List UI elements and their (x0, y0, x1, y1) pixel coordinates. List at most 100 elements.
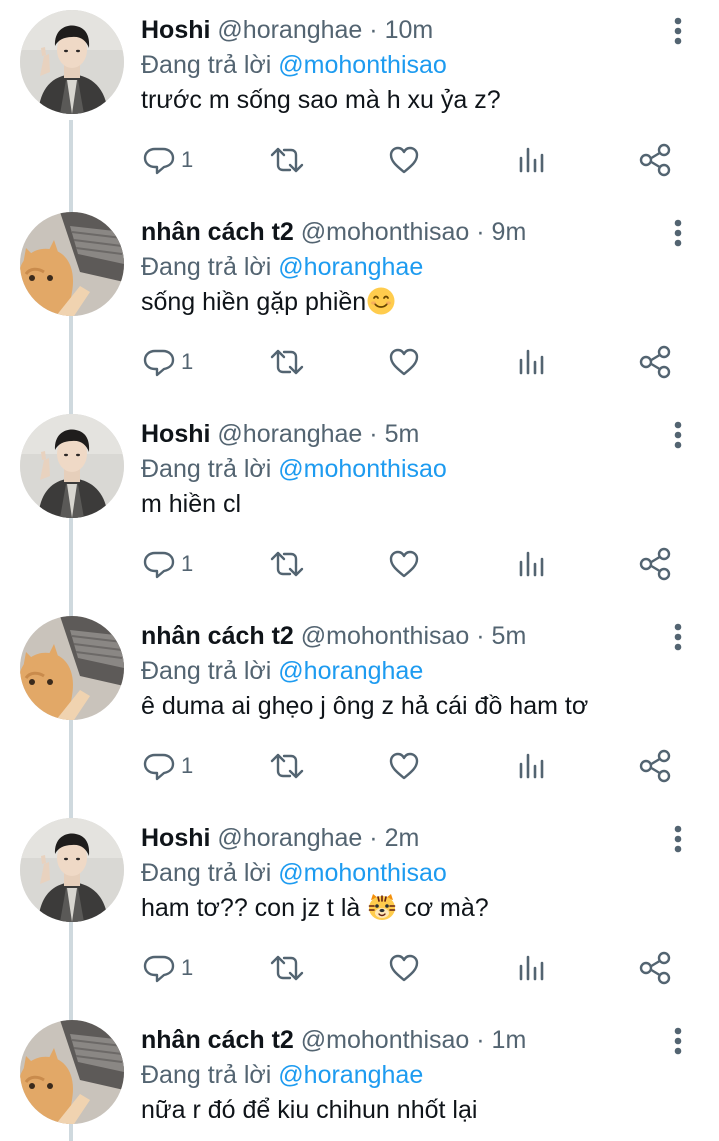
share-button[interactable] (638, 342, 672, 382)
tweet-text: ê duma ai ghẹo j ông z hả cái đồ ham tơ (141, 692, 589, 720)
display-name[interactable]: nhân cách t2 (141, 622, 294, 650)
tweet-3[interactable]: Hoshi @horanghae · 5m Đang trả lời @moho… (0, 404, 719, 606)
replying-to-mention[interactable]: @horanghae (278, 253, 423, 281)
like-button[interactable] (388, 948, 420, 988)
more-options-button[interactable] (666, 1024, 690, 1058)
more-options-button[interactable] (666, 620, 690, 654)
share-button[interactable] (638, 140, 672, 180)
smiling-face-emoji (366, 286, 396, 325)
display-name[interactable]: nhân cách t2 (141, 1026, 294, 1054)
like-icon (389, 348, 419, 376)
tweet-text-line: sống hiền gặp phiền (141, 285, 396, 325)
views-button[interactable] (517, 342, 545, 382)
retweet-button[interactable] (269, 746, 305, 786)
share-button[interactable] (638, 948, 672, 988)
display-name[interactable]: Hoshi (141, 16, 210, 44)
tweet-actions: 1 (141, 544, 681, 584)
tweet-actions: 1 (141, 746, 681, 786)
timestamp[interactable]: 5m (385, 420, 420, 448)
retweet-button[interactable] (269, 544, 305, 584)
retweet-button[interactable] (269, 948, 305, 988)
display-name[interactable]: nhân cách t2 (141, 218, 294, 246)
display-name[interactable]: Hoshi (141, 420, 210, 448)
separator-dot: · (369, 420, 378, 448)
reply-button[interactable]: 1 (143, 342, 193, 382)
like-button[interactable] (388, 342, 420, 382)
reply-count: 1 (181, 551, 194, 576)
like-button[interactable] (388, 140, 420, 180)
reply-button[interactable]: 1 (143, 746, 193, 786)
reply-icon (143, 753, 175, 781)
user-handle[interactable]: @mohonthisao (301, 218, 470, 246)
more-options-button[interactable] (666, 216, 690, 250)
tweet-2[interactable]: nhân cách t2 @mohonthisao · 9m Đang trả … (0, 202, 719, 404)
separator-dot: · (476, 218, 485, 246)
views-button[interactable] (517, 746, 545, 786)
replying-to-mention[interactable]: @mohonthisao (278, 51, 447, 79)
reply-button[interactable]: 1 (143, 544, 193, 584)
tweet-1[interactable]: Hoshi @horanghae · 10m Đang trả lời @moh… (0, 0, 719, 202)
tweet-4[interactable]: nhân cách t2 @mohonthisao · 5m Đang trả … (0, 606, 719, 808)
replying-to-line: Đang trả lời @mohonthisao (141, 49, 447, 81)
timestamp[interactable]: 1m (492, 1026, 527, 1054)
retweet-icon (270, 955, 304, 981)
like-button[interactable] (388, 544, 420, 584)
timestamp[interactable]: 10m (385, 16, 434, 44)
like-icon (389, 146, 419, 174)
more-options-button[interactable] (666, 14, 690, 48)
timestamp[interactable]: 5m (492, 622, 527, 650)
tweet-header: nhân cách t2 @mohonthisao · 9m (141, 216, 526, 248)
cat-photo-image (20, 1020, 124, 1124)
avatar-nhan-cach-t2[interactable] (20, 1020, 124, 1124)
more-icon (674, 421, 682, 449)
user-handle[interactable]: @mohonthisao (301, 622, 470, 650)
avatar-hoshi[interactable] (20, 10, 124, 114)
views-button[interactable] (517, 140, 545, 180)
tweet-header: Hoshi @horanghae · 10m (141, 14, 433, 46)
like-icon (389, 954, 419, 982)
user-handle[interactable]: @horanghae (217, 420, 362, 448)
tweet-header: nhân cách t2 @mohonthisao · 1m (141, 1024, 526, 1056)
user-handle[interactable]: @mohonthisao (301, 1026, 470, 1054)
replying-to-mention[interactable]: @mohonthisao (278, 859, 447, 887)
retweet-button[interactable] (269, 342, 305, 382)
views-button[interactable] (517, 948, 545, 988)
tweet-text: sống hiền gặp phiền (141, 288, 367, 316)
separator-dot: · (476, 1026, 485, 1054)
tweet-actions: 1 (141, 140, 681, 180)
tweet-5[interactable]: Hoshi @horanghae · 2m Đang trả lời @moho… (0, 808, 719, 1010)
views-button[interactable] (517, 544, 545, 584)
more-options-button[interactable] (666, 418, 690, 452)
views-icon (519, 753, 544, 779)
share-button[interactable] (638, 746, 672, 786)
avatar-nhan-cach-t2[interactable] (20, 212, 124, 316)
user-handle[interactable]: @horanghae (217, 824, 362, 852)
avatar-hoshi[interactable] (20, 818, 124, 922)
reply-button[interactable]: 1 (143, 140, 193, 180)
display-name[interactable]: Hoshi (141, 824, 210, 852)
retweet-button[interactable] (269, 140, 305, 180)
hoshi-photo-image (20, 414, 124, 518)
reply-button[interactable]: 1 (143, 948, 193, 988)
retweet-icon (270, 551, 304, 577)
like-button[interactable] (388, 746, 420, 786)
more-options-button[interactable] (666, 822, 690, 856)
timestamp[interactable]: 9m (492, 218, 527, 246)
reply-icon (143, 147, 175, 175)
tweet-text: trước m sống sao mà h xu ỷa z? (141, 86, 501, 114)
user-handle[interactable]: @horanghae (217, 16, 362, 44)
replying-to-line: Đang trả lời @horanghae (141, 251, 423, 283)
avatar-nhan-cach-t2[interactable] (20, 616, 124, 720)
replying-to-mention[interactable]: @horanghae (278, 657, 423, 685)
cat-photo-image (20, 212, 124, 316)
avatar-hoshi[interactable] (20, 414, 124, 518)
tweet-header: Hoshi @horanghae · 5m (141, 418, 419, 450)
share-icon (639, 143, 671, 177)
replying-to-mention[interactable]: @mohonthisao (278, 455, 447, 483)
share-icon (639, 951, 671, 985)
tweet-6[interactable]: nhân cách t2 @mohonthisao · 1m Đang trả … (0, 1010, 719, 1141)
share-button[interactable] (638, 544, 672, 584)
timestamp[interactable]: 2m (385, 824, 420, 852)
replying-to-mention[interactable]: @horanghae (278, 1061, 423, 1089)
more-icon (674, 219, 682, 247)
